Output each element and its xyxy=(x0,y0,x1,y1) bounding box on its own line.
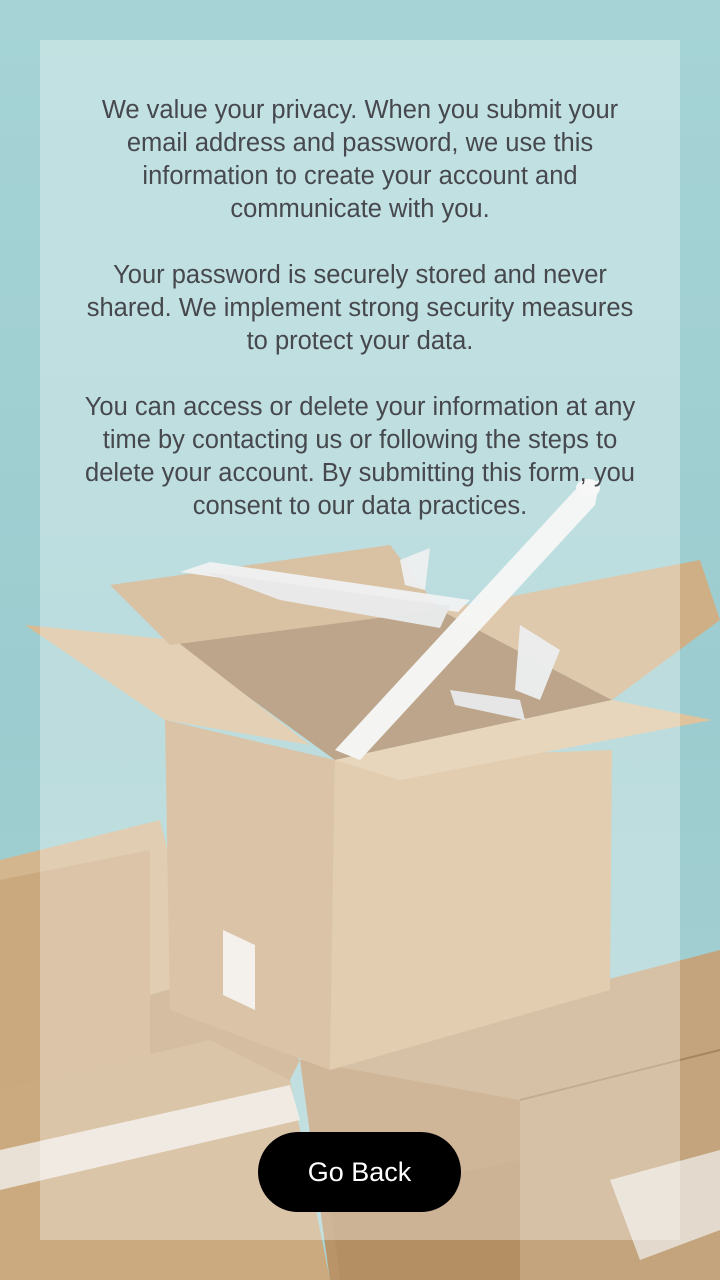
privacy-paragraph-1: We value your privacy. When you submit y… xyxy=(101,96,619,223)
privacy-paragraph-2: Your password is securely stored and nev… xyxy=(86,261,634,355)
go-back-button[interactable]: Go Back xyxy=(258,1132,461,1212)
privacy-screen: We value your privacy. When you submit y… xyxy=(0,0,720,1280)
privacy-policy-text: We value your privacy. When you submit y… xyxy=(80,94,640,556)
privacy-paragraph-3: You can access or delete your informatio… xyxy=(84,393,636,520)
